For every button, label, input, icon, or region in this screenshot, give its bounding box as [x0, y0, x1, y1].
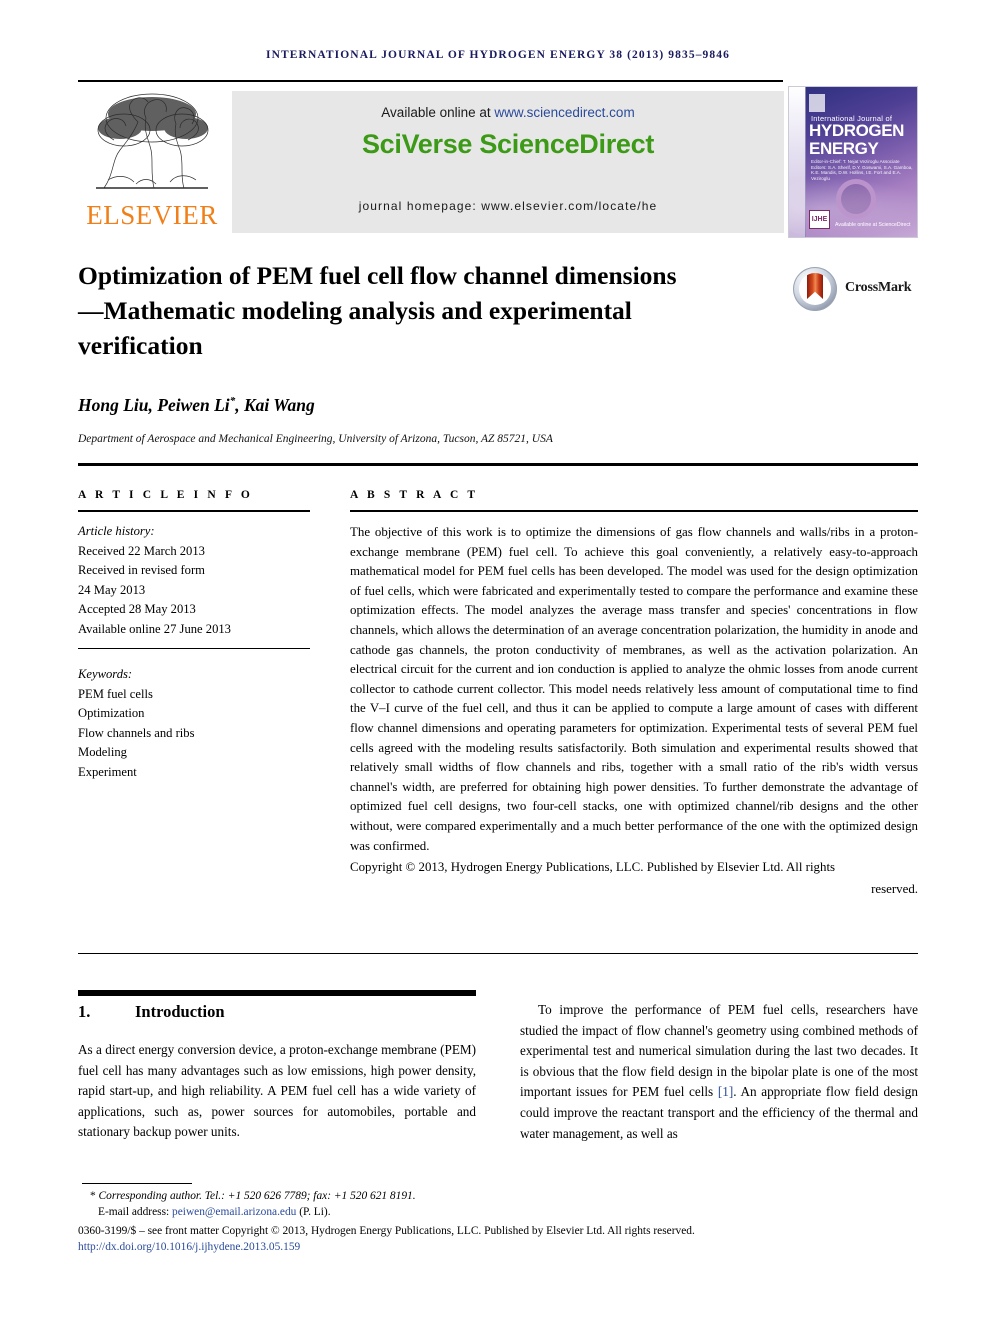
abstract-copyright-end: reserved. [871, 881, 918, 896]
intro-paragraph-left: As a direct energy conversion device, a … [78, 1042, 476, 1140]
intro-paragraph-right: To improve the performance of PEM fuel c… [520, 1000, 918, 1144]
abstract-copyright: Copyright © 2013, Hydrogen Energy Public… [350, 860, 836, 875]
section-heading-bar [78, 990, 476, 996]
article-history-block: Article history: Received 22 March 2013 … [78, 522, 310, 639]
cover-title-line2: ENERGY [809, 138, 879, 158]
corresponding-author-note: * Corresponding author. Tel.: +1 520 626… [78, 1188, 923, 1204]
article-history-label: Article history: [78, 524, 155, 538]
journal-banner: ELSEVIER Available online at www.science… [78, 86, 918, 238]
sciencedirect-box: Available online at www.sciencedirect.co… [232, 91, 784, 233]
cover-ring-graphic [836, 179, 876, 219]
article-history-item: Accepted 28 May 2013 [78, 602, 196, 616]
elsevier-wordmark: ELSEVIER [86, 200, 218, 230]
article-info-label: A R T I C L E I N F O [78, 489, 253, 501]
keyword-item: Optimization [78, 706, 145, 720]
email-suffix: (P. Li). [296, 1206, 331, 1219]
corresponding-author-text: Corresponding author. Tel.: +1 520 626 7… [98, 1190, 416, 1202]
article-history-item: Received in revised form [78, 563, 205, 577]
section-heading: 1. Introduction [78, 1002, 476, 1022]
keyword-item: Experiment [78, 764, 137, 779]
cover-sciencedirect-mark: Available online at ScienceDirect [835, 221, 911, 228]
abstract-column: A B S T R A C T The objective of this wo… [350, 489, 918, 899]
article-info-rule [78, 510, 310, 512]
author-names: Hong Liu, Peiwen Li [78, 395, 230, 415]
author-names-rest: , Kai Wang [235, 395, 315, 415]
sciverse-sciencedirect-logo: SciVerse ScienceDirect [361, 129, 655, 159]
section-number: 1. [78, 1002, 91, 1021]
abstract-rule [350, 510, 918, 512]
article-info-column: A R T I C L E I N F O Article history: R… [78, 489, 310, 782]
body-section-rule [78, 953, 918, 954]
elsevier-logo: ELSEVIER [78, 88, 226, 236]
footnote-rule [82, 1183, 192, 1184]
keywords-label: Keywords: [78, 667, 133, 681]
journal-homepage-line[interactable]: journal homepage: www.elsevier.com/locat… [232, 199, 784, 213]
page-footer: * Corresponding author. Tel.: +1 520 626… [78, 1188, 923, 1256]
keywords-block: Keywords: PEM fuel cells Optimization Fl… [78, 665, 310, 782]
author-list: Hong Liu, Peiwen Li*, Kai Wang [78, 395, 778, 416]
cover-editors: Editor-in-Chief: T. Nejat Veziroglu Asso… [811, 159, 913, 181]
affiliation: Department of Aerospace and Mechanical E… [78, 433, 553, 445]
available-online-line: Available online at www.sciencedirect.co… [232, 105, 784, 120]
cover-badge: IJHE [809, 210, 830, 229]
citation-link-1[interactable]: [1] [718, 1084, 733, 1099]
journal-cover-thumbnail: International Journal of HYDROGEN ENERGY… [788, 86, 918, 238]
available-online-prefix: Available online at [381, 105, 495, 120]
keywords-rule [78, 648, 310, 649]
article-history-item: Received 22 March 2013 [78, 543, 205, 558]
running-head: INTERNATIONAL JOURNAL OF HYDROGEN ENERGY… [266, 49, 730, 61]
email-line: E-mail address: peiwen@email.arizona.edu… [78, 1204, 923, 1220]
keyword-item: Modeling [78, 745, 127, 759]
email-label: E-mail address: [98, 1206, 173, 1219]
crossmark-logo[interactable]: CrossMark [793, 267, 921, 313]
keyword-item: PEM fuel cells [78, 686, 153, 701]
abstract-section-rule [78, 463, 918, 466]
header-rule [78, 80, 783, 82]
abstract-label: A B S T R A C T [350, 489, 479, 501]
corresponding-asterisk: * [90, 1190, 99, 1202]
crossmark-ribbon-icon [807, 273, 823, 299]
cover-elsevier-icon [809, 94, 825, 112]
page-title: Optimization of PEM fuel cell flow chann… [78, 261, 677, 360]
email-link[interactable]: peiwen@email.arizona.edu [172, 1206, 296, 1218]
doi-link[interactable]: http://dx.doi.org/10.1016/j.ijhydene.201… [78, 1239, 923, 1255]
abstract-text: The objective of this work is to optimiz… [350, 525, 918, 853]
crossmark-label: CrossMark [845, 280, 912, 295]
sciencedirect-url[interactable]: www.sciencedirect.com [494, 105, 634, 120]
crossmark-ring-icon [793, 267, 837, 311]
elsevier-tree-icon [84, 88, 220, 200]
article-history-item: 24 May 2013 [78, 582, 146, 597]
cover-title-line1: HYDROGEN [809, 121, 905, 140]
section-title: Introduction [135, 1002, 225, 1021]
keyword-item: Flow channels and ribs [78, 725, 195, 740]
cover-title: HYDROGEN ENERGY [809, 122, 917, 157]
crossmark-inner-circle [799, 273, 831, 305]
paper-page: INTERNATIONAL JOURNAL OF HYDROGEN ENERGY… [0, 0, 992, 1323]
article-history-item: Available online 27 June 2013 [78, 621, 231, 636]
issn-copyright-line: 0360-3199/$ – see front matter Copyright… [78, 1224, 695, 1237]
